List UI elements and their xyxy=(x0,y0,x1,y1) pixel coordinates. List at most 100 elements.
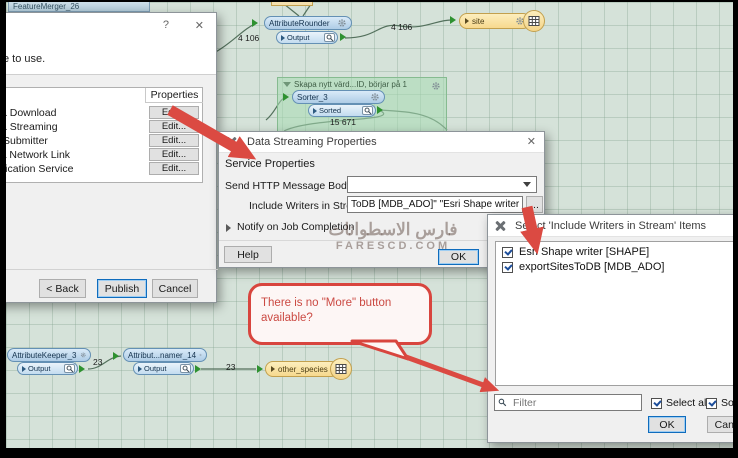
http-body-dropdown[interactable] xyxy=(347,176,537,193)
edge-count: 15 671 xyxy=(330,117,356,127)
select-all-label: Select all xyxy=(666,397,709,409)
close-icon[interactable]: ✕ xyxy=(527,135,536,148)
port-output-keeper[interactable]: Output xyxy=(17,362,78,375)
edit-button-job-submitter[interactable]: Edit... xyxy=(149,134,199,147)
chevron-down-icon xyxy=(523,182,531,187)
wizard-description: e to use. xyxy=(3,53,45,65)
node-other-species-writer[interactable]: other_species xyxy=(265,361,339,377)
port-label: Output xyxy=(28,364,51,373)
port-label: Output xyxy=(287,33,310,42)
annotation-callout: There is no "More" button available? xyxy=(248,283,432,345)
frame-border xyxy=(0,0,738,2)
gear-icon[interactable] xyxy=(80,350,87,360)
dialog-title: Data Streaming Properties xyxy=(247,136,377,148)
back-button[interactable]: < Back xyxy=(39,279,86,298)
node-sorter-3[interactable]: Sorter_3 xyxy=(292,90,385,104)
table-inspect-icon[interactable] xyxy=(330,358,352,380)
search-icon xyxy=(498,398,507,407)
frame-border xyxy=(0,448,738,458)
edit-button-data-streaming[interactable]: Edit... xyxy=(149,120,199,133)
checkbox-checked-icon[interactable] xyxy=(502,247,513,258)
edge-count: 23 xyxy=(226,362,235,372)
service-row-label: tification Service xyxy=(0,163,73,175)
service-row-label: L Network Link xyxy=(1,149,70,161)
gear-icon[interactable] xyxy=(199,350,202,360)
feature-arrow-icon xyxy=(465,18,469,24)
port-arrow-icon xyxy=(281,35,285,41)
gear-icon[interactable] xyxy=(337,18,347,28)
select-all-control[interactable]: Select all xyxy=(651,397,709,409)
tools-icon xyxy=(494,220,506,232)
edge-count: 23 xyxy=(93,357,102,367)
port-arrow-icon xyxy=(22,366,26,372)
gear-icon[interactable] xyxy=(431,81,441,91)
node-site-label: site xyxy=(472,17,484,26)
frame-border xyxy=(0,0,6,458)
port-label: Output xyxy=(144,364,167,373)
collapse-triangle-icon[interactable] xyxy=(283,82,291,87)
edge-count: 4 106 xyxy=(391,22,412,32)
help-icon[interactable]: ? xyxy=(163,19,169,31)
writers-list[interactable]: Esri Shape writer [SHAPE] exportSitesToD… xyxy=(495,241,738,386)
group-title: Skapa nytt värd...ID, börjar på 1 xyxy=(283,80,407,89)
edge-count: 4 106 xyxy=(238,33,259,43)
port-arrow-icon xyxy=(313,108,317,114)
node-attribute-rounder-label: AttributeRounder xyxy=(269,19,329,28)
frame-border xyxy=(733,0,738,458)
edit-button-notification-service[interactable]: Edit... xyxy=(149,162,199,175)
ok-button[interactable]: OK xyxy=(648,416,686,433)
edit-button-kml-network-link[interactable]: Edit... xyxy=(149,148,199,161)
filter-box[interactable] xyxy=(494,394,642,411)
node-feature-merger[interactable]: FeatureMerger_26 xyxy=(8,1,150,12)
notify-section-label[interactable]: Notify on Job Completion xyxy=(237,221,354,233)
edit-button-data-download[interactable]: Edit... xyxy=(149,106,199,119)
node-attribute-keeper-3[interactable]: AttributeKeeper_3 xyxy=(7,348,91,362)
browse-writers-button[interactable]: ... xyxy=(526,196,543,213)
tools-icon xyxy=(225,136,237,148)
magnifier-icon[interactable] xyxy=(324,33,335,42)
services-table: Properties a Download Edit... a Streamin… xyxy=(0,87,203,183)
select-writers-dialog: Select 'Include Writers in Stream' Items… xyxy=(487,214,738,443)
checkbox-checked-icon[interactable] xyxy=(651,398,662,409)
ok-button[interactable]: OK xyxy=(438,249,479,265)
gear-icon[interactable] xyxy=(370,92,380,102)
magnifier-icon[interactable] xyxy=(180,364,191,373)
filter-input[interactable] xyxy=(511,396,631,410)
chevron-right-icon[interactable] xyxy=(226,224,231,232)
node-sorter-label: Sorter_3 xyxy=(297,93,328,102)
service-row-label: a Streaming xyxy=(1,121,58,133)
feature-arrow-icon xyxy=(271,366,275,372)
node-label: Attribut...namer_14 xyxy=(128,351,196,360)
port-label: Sorted xyxy=(319,106,341,115)
port-output-renamer[interactable]: Output xyxy=(133,362,194,375)
column-header-properties: Properties xyxy=(145,88,203,103)
node-attribute-rounder[interactable]: AttributeRounder xyxy=(264,16,352,30)
service-row-label: Submitter xyxy=(3,135,48,147)
magnifier-icon[interactable] xyxy=(362,106,373,115)
checkbox-checked-icon[interactable] xyxy=(502,262,513,273)
table-inspect-icon[interactable] xyxy=(523,10,545,32)
section-service-properties: Service Properties xyxy=(225,158,315,170)
writer-item-label: exportSitesToDB [MDB_ADO] xyxy=(519,261,665,273)
checkbox-checked-icon[interactable] xyxy=(706,398,717,409)
help-button[interactable]: Help xyxy=(224,246,272,263)
close-icon[interactable]: ✕ xyxy=(195,19,204,32)
service-row-label: a Download xyxy=(1,107,56,119)
writer-item-label: Esri Shape writer [SHAPE] xyxy=(519,246,649,258)
publish-wizard-dialog: ? ✕ e to use. Properties a Download Edit… xyxy=(0,12,217,303)
port-sorted[interactable]: Sorted xyxy=(308,104,376,117)
list-item[interactable]: Esri Shape writer [SHAPE] xyxy=(496,242,738,259)
publish-button[interactable]: Publish xyxy=(97,279,147,298)
node-site-writer[interactable]: site xyxy=(459,13,531,29)
dialog-title: Select 'Include Writers in Stream' Items xyxy=(515,220,706,232)
list-item[interactable]: exportSitesToDB [MDB_ADO] xyxy=(496,259,738,275)
node-attribute-renamer-14[interactable]: Attribut...namer_14 xyxy=(123,348,207,362)
port-arrow-icon xyxy=(138,366,142,372)
screenshot-frame: FeatureMerger_26 AttributeRounder Output… xyxy=(0,0,738,458)
node-label: AttributeKeeper_3 xyxy=(12,351,77,360)
cancel-button[interactable]: Cancel xyxy=(152,279,198,298)
node-other-species-label: other_species xyxy=(278,365,328,374)
magnifier-icon[interactable] xyxy=(64,364,75,373)
port-output-attribute-rounder[interactable]: Output xyxy=(276,31,338,44)
writers-in-stream-field[interactable]: ToDB [MDB_ADO]" "Esri Shape writer [SHAP… xyxy=(347,196,523,213)
